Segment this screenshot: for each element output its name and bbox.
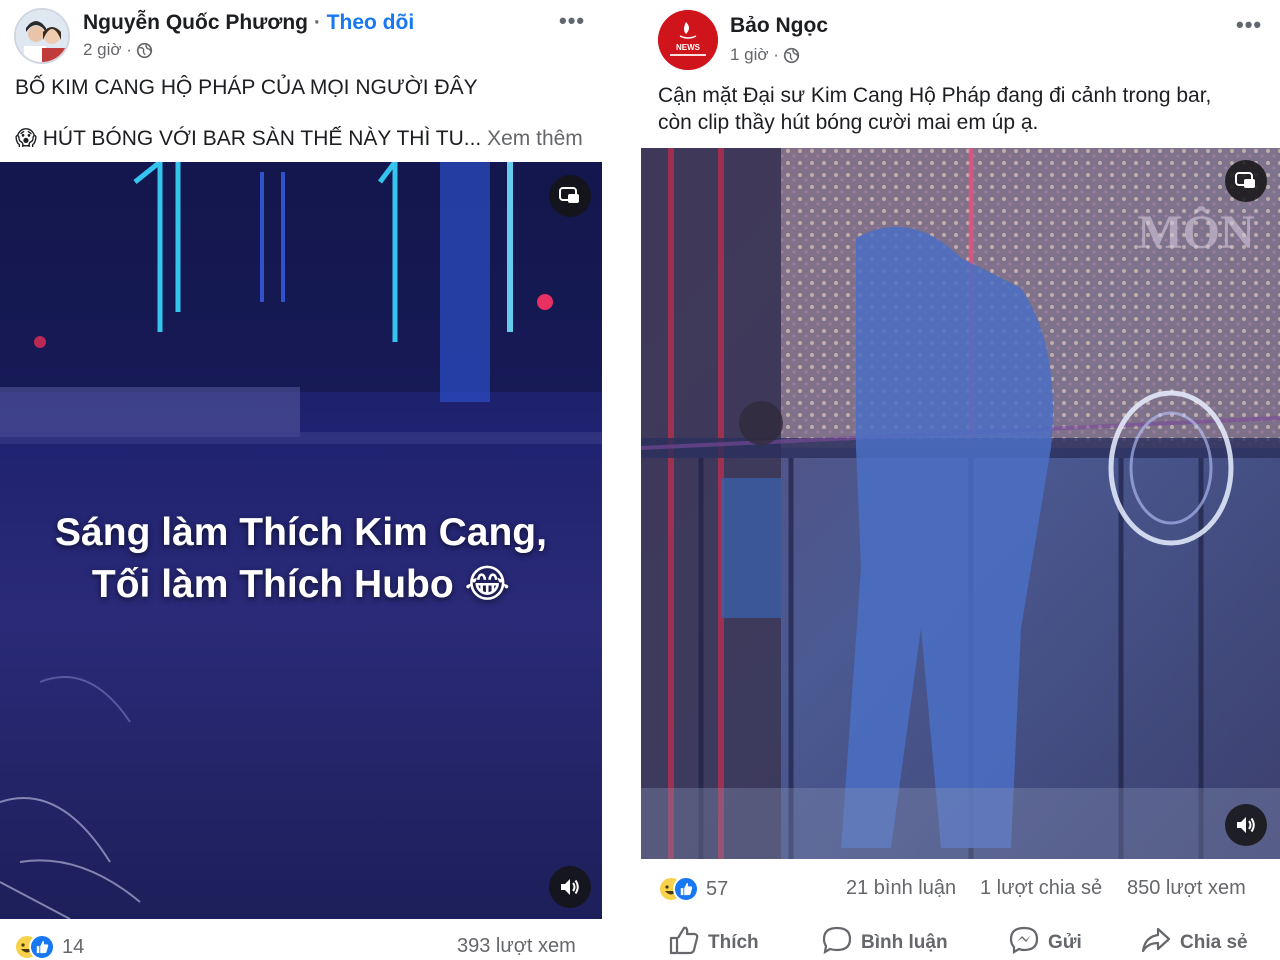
avatar-logo-text: NEWS bbox=[676, 43, 701, 52]
reaction-summary[interactable]: 57 bbox=[658, 876, 728, 902]
comment-count[interactable]: 21 bình luận bbox=[846, 877, 956, 900]
more-icon[interactable]: ••• bbox=[1236, 12, 1262, 38]
post-video[interactable]: Sáng làm Thích Kim Cang, Tối làm Thích H… bbox=[0, 162, 602, 919]
comment-button[interactable]: Bình luận bbox=[821, 925, 948, 960]
globe-icon bbox=[136, 42, 153, 59]
see-more-link[interactable]: Xem thêm bbox=[487, 127, 583, 150]
like-icon bbox=[673, 876, 699, 902]
send-button[interactable]: Gửi bbox=[1008, 925, 1082, 960]
post-meta: 2 giờ · bbox=[83, 40, 153, 60]
shocked-emoji-icon: 😱 bbox=[15, 127, 37, 150]
post-right: NEWS Bảo Ngọc 1 giờ · ••• Cận mặt Đại sư… bbox=[640, 0, 1280, 960]
share-icon bbox=[1140, 925, 1172, 960]
post-caption: Cận mặt Đại sư Kim Cang Hộ Pháp đang đi … bbox=[658, 82, 1273, 136]
share-count[interactable]: 1 lượt chia sẻ bbox=[980, 877, 1102, 900]
reaction-count: 14 bbox=[62, 935, 85, 958]
caption-line-1: BỐ KIM CANG HỘ PHÁP CỦA MỌI NGƯỜI ĐÂY bbox=[15, 76, 478, 99]
like-icon bbox=[29, 934, 55, 960]
sound-icon[interactable] bbox=[549, 866, 591, 908]
pip-icon[interactable] bbox=[1225, 160, 1267, 202]
caption-line-2: còn clip thầy hút bóng cười mai em úp ạ. bbox=[658, 111, 1039, 134]
like-label: Thích bbox=[708, 932, 759, 953]
globe-icon bbox=[783, 47, 800, 64]
separator-dot: · bbox=[313, 11, 321, 34]
reaction-summary[interactable]: 14 bbox=[14, 934, 84, 960]
author-name[interactable]: Bảo Ngọc bbox=[730, 14, 828, 37]
author-header: Nguyễn Quốc Phương · Theo dõi bbox=[83, 11, 414, 35]
post-time[interactable]: 1 giờ · bbox=[730, 45, 779, 65]
thumbs-up-icon bbox=[668, 925, 700, 960]
video-overlay-text: Sáng làm Thích Kim Cang, Tối làm Thích H… bbox=[0, 507, 602, 611]
author-avatar[interactable] bbox=[14, 8, 70, 64]
share-button[interactable]: Chia sẻ bbox=[1140, 925, 1248, 960]
send-label: Gửi bbox=[1048, 932, 1082, 953]
messenger-icon bbox=[1008, 925, 1040, 960]
share-label: Chia sẻ bbox=[1180, 932, 1248, 953]
more-icon[interactable]: ••• bbox=[559, 8, 585, 34]
like-button[interactable]: Thích bbox=[668, 925, 759, 960]
pip-icon[interactable] bbox=[549, 175, 591, 217]
post-caption: BỐ KIM CANG HỘ PHÁP CỦA MỌI NGƯỜI ĐÂY 😱 … bbox=[15, 74, 600, 152]
caption-line-1: Cận mặt Đại sư Kim Cang Hộ Pháp đang đi … bbox=[658, 84, 1212, 107]
follow-button[interactable]: Theo dõi bbox=[327, 11, 415, 34]
author-header: Bảo Ngọc bbox=[730, 14, 828, 38]
post-meta: 1 giờ · bbox=[730, 45, 800, 65]
comment-icon bbox=[821, 925, 853, 960]
post-divider bbox=[602, 0, 640, 960]
overlay-line-2: Tối làm Thích Hubo 😂 bbox=[91, 563, 511, 606]
author-name[interactable]: Nguyễn Quốc Phương bbox=[83, 11, 308, 34]
post-time[interactable]: 2 giờ · bbox=[83, 40, 132, 60]
view-count: 850 lượt xem bbox=[1127, 877, 1246, 899]
author-avatar[interactable]: NEWS bbox=[658, 10, 718, 70]
comment-label: Bình luận bbox=[861, 932, 948, 953]
post-left: Nguyễn Quốc Phương · Theo dõi 2 giờ · ••… bbox=[0, 0, 602, 960]
overlay-line-1: Sáng làm Thích Kim Cang, bbox=[55, 511, 547, 554]
sound-icon[interactable] bbox=[1225, 804, 1267, 846]
view-count: 393 lượt xem bbox=[457, 935, 576, 957]
caption-line-2: HÚT BÓNG VỚI BAR SÀN THẾ NÀY THÌ TU... bbox=[42, 127, 482, 150]
reaction-count: 57 bbox=[706, 877, 729, 900]
post-video[interactable]: MÔN bbox=[641, 148, 1280, 859]
video-frame: MÔN bbox=[641, 148, 1280, 859]
svg-text:MÔN: MÔN bbox=[1137, 205, 1255, 259]
